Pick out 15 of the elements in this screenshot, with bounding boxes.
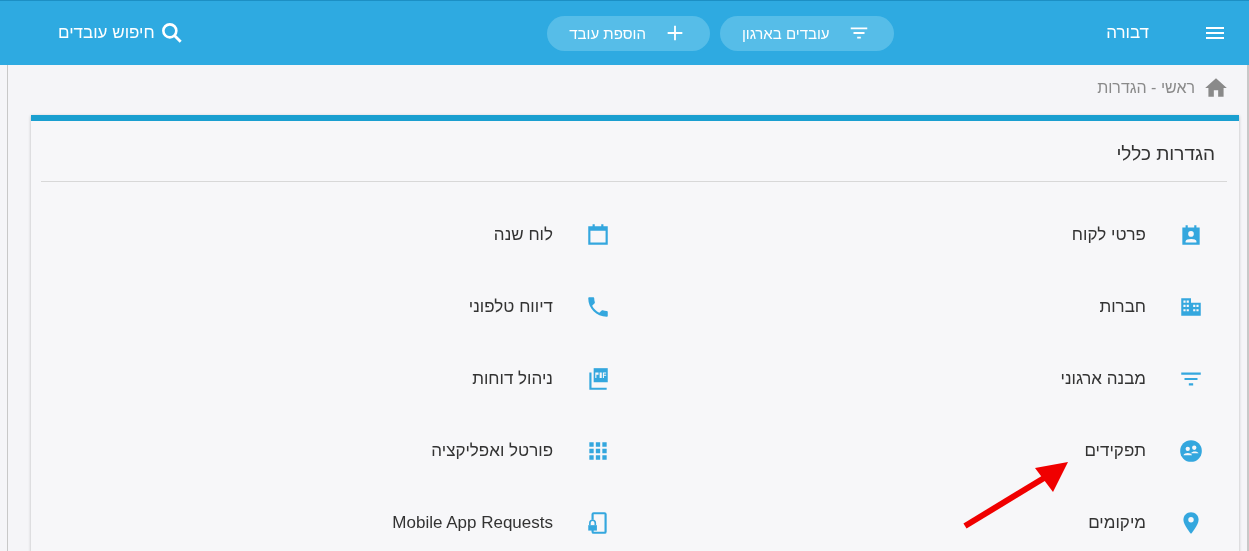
settings-item[interactable]: דיווח טלפוני	[468, 292, 611, 322]
settings-item[interactable]: פרטי לקוח	[1071, 220, 1204, 250]
settings-item[interactable]: ניהול דוחות	[472, 364, 611, 394]
people-circle-icon	[1178, 438, 1204, 464]
settings-item[interactable]: מבנה ארגוני	[1060, 364, 1204, 394]
settings-item[interactable]: לוח שנה	[493, 220, 611, 250]
card-title: הגדרות כללי	[41, 121, 1227, 182]
calendar-icon	[585, 222, 611, 248]
settings-item[interactable]: Mobile App Requests	[392, 508, 611, 538]
settings-item[interactable]: חברות	[1099, 292, 1204, 322]
breadcrumb: ראשי - הגדרות	[1097, 79, 1195, 97]
settings-item[interactable]: תפקידים	[1084, 436, 1204, 466]
phone-icon	[585, 294, 611, 320]
settings-item[interactable]: מיקומים	[1088, 508, 1204, 538]
settings-item[interactable]: פורטל ואפליקציה	[431, 436, 611, 466]
